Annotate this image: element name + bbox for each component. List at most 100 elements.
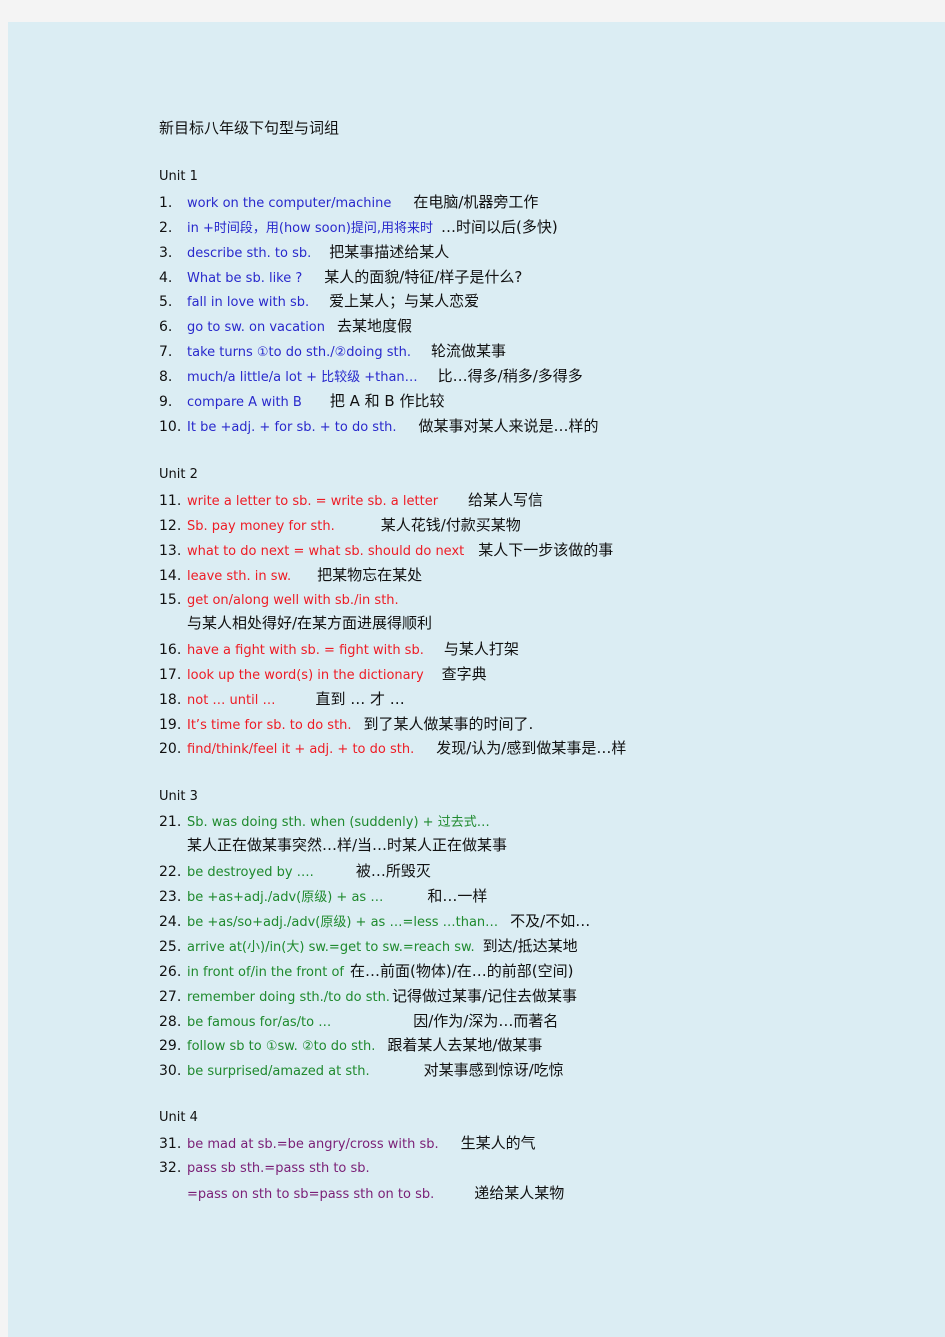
- item-chinese: 与某人相处得好/在某方面进展得顺利: [187, 614, 433, 632]
- item-number: 12.: [159, 518, 182, 534]
- list-item: 13. what to do next = what sb. should do …: [159, 538, 613, 562]
- list-item: 29. follow sb to ①sw. ②to do sth. 跟着某人去某地/…: [159, 1033, 542, 1057]
- item-english: take turns ①to do sth./②doing sth.: [187, 345, 411, 360]
- item-number: 8.: [159, 369, 173, 385]
- item-number: 7.: [159, 344, 173, 360]
- item-number: 5.: [159, 294, 173, 310]
- list-item: 9. compare A with B 把 A 和 B 作比较: [159, 389, 444, 413]
- item-english: in +时间段，用(how soon)提问,用将来时: [187, 221, 434, 236]
- item-number: 18.: [159, 692, 182, 708]
- item-number: 24.: [159, 914, 182, 930]
- item-english: be mad at sb.=be angry/cross with sb.: [187, 1137, 439, 1152]
- list-item: 30. be surprised/amazed at sth. 对某事感到惊讶/吃惊: [159, 1058, 564, 1082]
- item-chinese: 对某事感到惊讶/吃惊: [423, 1061, 564, 1079]
- item-chinese: 在电脑/机器旁工作: [413, 193, 539, 211]
- item-english: in front of/in the front of: [187, 965, 344, 980]
- item-number: 15.: [159, 592, 182, 608]
- item-number: 10.: [159, 419, 182, 435]
- item-chinese: 轮流做某事: [431, 342, 507, 360]
- list-item: 26. in front of/in the front of 在…前面(物体)/在…: [159, 959, 573, 983]
- item-english: look up the word(s) in the dictionary: [187, 668, 424, 683]
- item-english: be +as/so+adj./adv(原级) + as …=less …than…: [187, 915, 499, 930]
- item-chinese: 不及/不如…: [510, 912, 591, 930]
- item-english: leave sth. in sw.: [187, 569, 292, 584]
- item-chinese: 到达/抵达某地: [482, 937, 578, 955]
- list-item: 5. fall in love with sb. 爱上某人；与某人恋爱: [159, 289, 479, 313]
- item-number: 9.: [159, 394, 173, 410]
- item-chinese: 某人花钱/付款买某物: [380, 516, 521, 534]
- list-item: 15. get on/along well with sb./in sth.: [159, 588, 399, 612]
- item-number: 6.: [159, 319, 173, 335]
- item-chinese: 去某地度假: [337, 317, 413, 335]
- item-english: compare A with B: [187, 395, 302, 410]
- item-number: 19.: [159, 717, 182, 733]
- item-english: be surprised/amazed at sth.: [187, 1064, 370, 1079]
- item-number: 14.: [159, 568, 182, 584]
- item-english: go to sw. on vacation: [187, 320, 325, 335]
- item-number: 11.: [159, 493, 182, 509]
- item-number: 17.: [159, 667, 182, 683]
- list-item: 24. be +as/so+adj./adv(原级) + as …=less …t…: [159, 909, 590, 933]
- item-chinese: 到了某人做某事的时间了.: [363, 715, 534, 733]
- list-item: 2. in +时间段，用(how soon)提问,用将来时 …时间以后(多快): [159, 215, 558, 239]
- item-number: 13.: [159, 543, 182, 559]
- item-english: pass sb sth.=pass sth to sb.: [187, 1161, 370, 1176]
- item-english: describe sth. to sb.: [187, 246, 312, 261]
- list-item-continuation: =pass on sth to sb=pass sth on to sb. 递给某…: [159, 1181, 564, 1205]
- item-chinese: 发现/认为/感到做某事是…样: [436, 739, 627, 757]
- list-item: 22. be destroyed by …. 被…所毁灭: [159, 859, 431, 883]
- item-english: Sb. pay money for sth.: [187, 519, 335, 534]
- item-english: what to do next = what sb. should do nex…: [187, 544, 465, 559]
- item-number: 4.: [159, 270, 173, 286]
- item-number: 30.: [159, 1063, 182, 1079]
- list-item: 1. work on the computer/machine 在电脑/机器旁工作: [159, 190, 538, 214]
- list-item: 4. What be sb. like ? 某人的面貌/特征/样子是什么?: [159, 265, 522, 289]
- list-item: 27. remember doing sth./to do sth. 记得做过某事/…: [159, 984, 577, 1008]
- item-chinese: 被…所毁灭: [355, 862, 431, 880]
- item-number: 29.: [159, 1038, 182, 1054]
- list-item: 8. much/a little/a lot + 比较级 +than… 比…得多/稍…: [159, 364, 583, 388]
- item-number: 27.: [159, 989, 182, 1005]
- list-item: 20. find/think/feel it + adj. + to do sth…: [159, 736, 626, 760]
- item-chinese: 跟着某人去某地/做某事: [387, 1036, 543, 1054]
- item-number: 1.: [159, 195, 173, 211]
- unit-heading: Unit 2: [159, 467, 198, 482]
- list-item: 14. leave sth. in sw. 把某物忘在某处: [159, 563, 422, 587]
- item-number: 31.: [159, 1136, 182, 1152]
- item-english: much/a little/a lot + 比较级 +than…: [187, 370, 418, 385]
- item-chinese: 爱上某人；与某人恋爱: [329, 292, 480, 310]
- item-number: 21.: [159, 814, 182, 830]
- item-number: 25.: [159, 939, 182, 955]
- item-english-alt: =pass on sth to sb=pass sth on to sb.: [187, 1187, 435, 1202]
- list-item: 6. go to sw. on vacation 去某地度假: [159, 314, 412, 338]
- item-english: not … until …: [187, 693, 276, 708]
- list-item: 32. pass sb sth.=pass sth to sb.: [159, 1156, 370, 1180]
- item-chinese: 把 A 和 B 作比较: [329, 392, 445, 410]
- item-chinese: 做某事对某人来说是…样的: [418, 417, 599, 435]
- item-chinese: 在…前面(物体)/在…的前部(空间): [350, 962, 574, 980]
- item-number: 16.: [159, 642, 182, 658]
- list-item: 19. It’s time for sb. to do sth. 到了某人做某事的时…: [159, 712, 533, 736]
- list-item: 17. look up the word(s) in the dictionary…: [159, 662, 487, 686]
- item-chinese: 某人下一步该做的事: [478, 541, 614, 559]
- list-item: 21. Sb. was doing sth. when (suddenly) + …: [159, 810, 490, 834]
- document-page: 新目标八年级下句型与词组 Unit 1 1. work on the comput…: [8, 22, 945, 1337]
- item-chinese: …时间以后(多快): [441, 218, 558, 236]
- item-number: 22.: [159, 864, 182, 880]
- item-chinese: 直到 … 才 …: [315, 690, 405, 708]
- list-item: 10. It be +adj. + for sb. + to do sth. 做某事…: [159, 414, 599, 438]
- item-chinese: 把某事描述给某人: [329, 243, 450, 261]
- item-english: It’s time for sb. to do sth.: [187, 718, 352, 733]
- item-number: 32.: [159, 1160, 182, 1176]
- item-number: 2.: [159, 220, 173, 236]
- list-item: 11. write a letter to sb. = write sb. a l…: [159, 488, 543, 512]
- item-english: find/think/feel it + adj. + to do sth.: [187, 742, 415, 757]
- list-item: 31. be mad at sb.=be angry/cross with sb.…: [159, 1131, 536, 1155]
- unit-heading: Unit 1: [159, 169, 198, 184]
- item-number: 23.: [159, 889, 182, 905]
- item-english: What be sb. like ?: [187, 271, 303, 286]
- item-english: write a letter to sb. = write sb. a lett…: [187, 494, 439, 509]
- list-item: 25. arrive at(小)/in(大) sw.=get to sw.=rea…: [159, 934, 578, 958]
- item-chinese: 比…得多/稍多/多得多: [437, 367, 583, 385]
- list-item: 28. be famous for/as/to … 因/作为/深为…而著名: [159, 1009, 558, 1033]
